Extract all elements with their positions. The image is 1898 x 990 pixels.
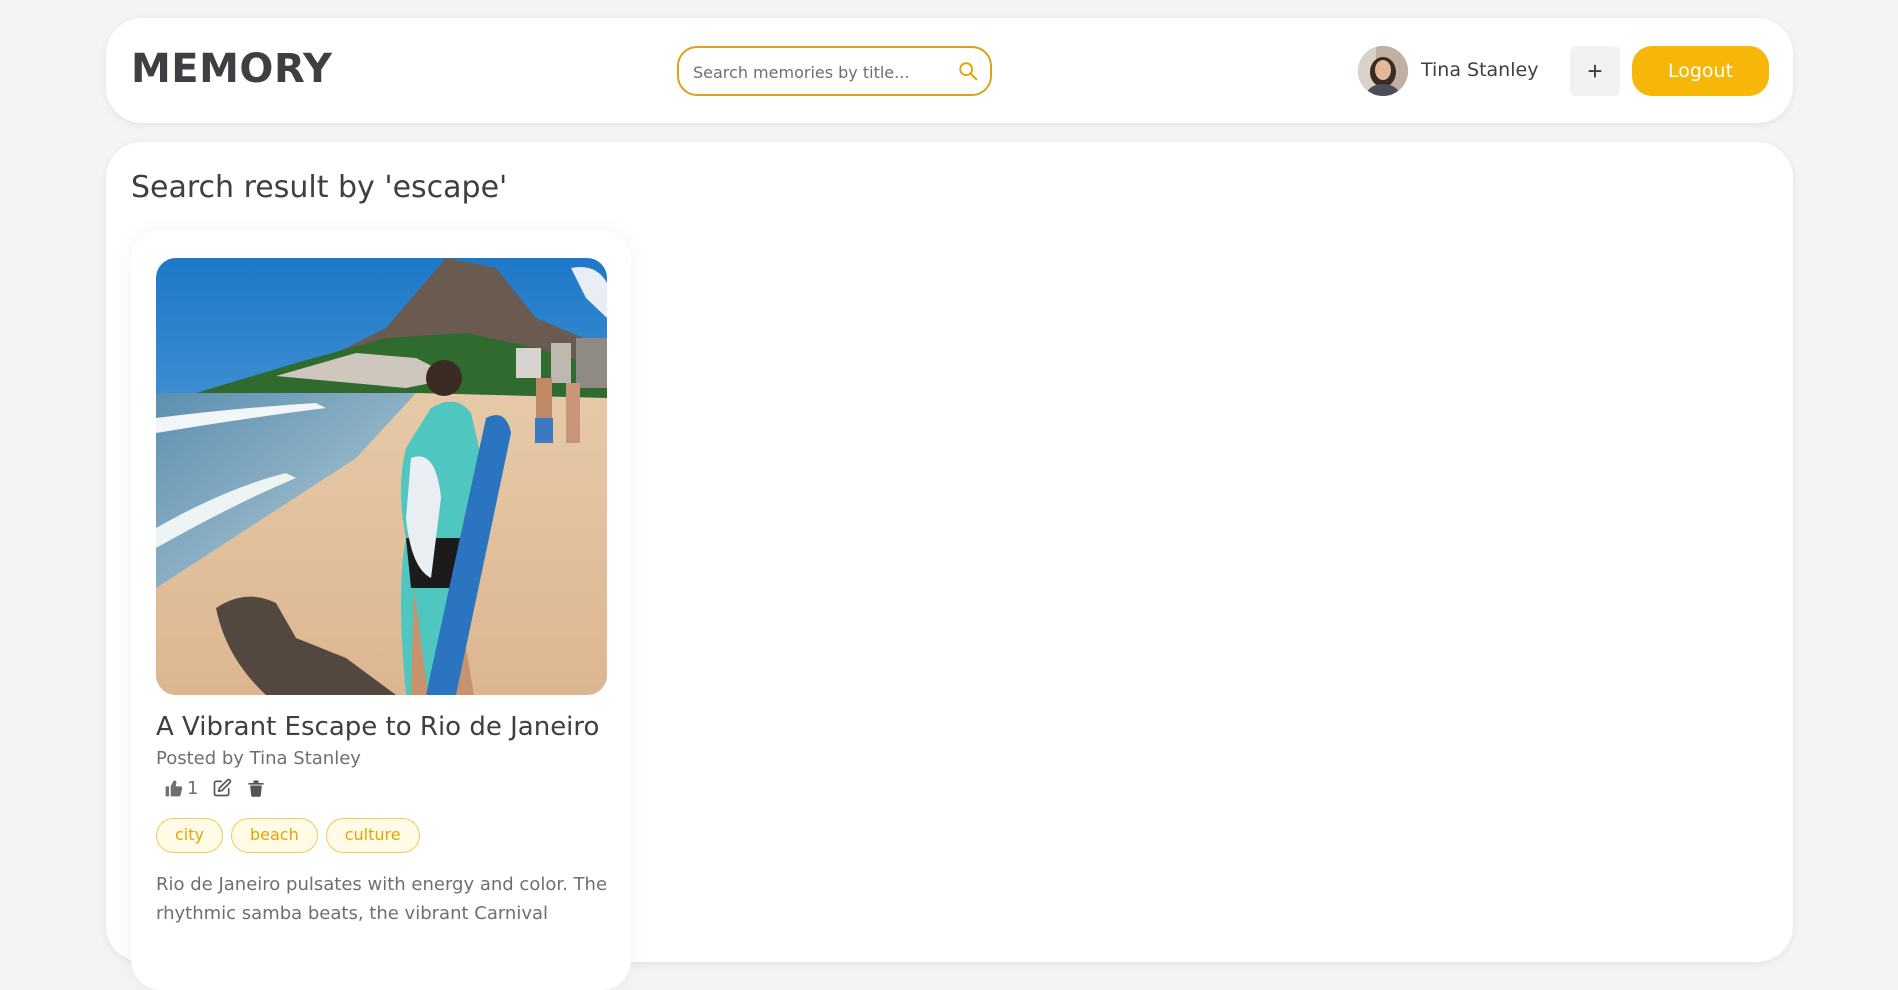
main-panel: Search result by 'escape' A Vibrant Esca… [106,142,1793,990]
add-memory-button[interactable]: + [1570,46,1620,96]
like-button[interactable]: 1 [164,778,198,799]
logout-button[interactable]: Logout [1632,46,1769,96]
memory-image[interactable] [156,258,607,695]
tag-beach[interactable]: beach [230,818,318,853]
app-logo[interactable]: MEMORY [131,46,333,92]
trash-icon [248,780,264,797]
tag-culture[interactable]: culture [325,818,420,853]
search-icon[interactable] [957,60,979,82]
user-name: Tina Stanley [1421,59,1539,81]
tag-list: city beach culture [156,818,420,853]
edit-icon [214,778,232,797]
header-bar: MEMORY Tina Stanley + Logout [106,18,1793,123]
edit-button[interactable] [212,778,232,798]
beach-photo [156,258,607,695]
search-box[interactable] [677,46,992,96]
avatar-photo [1358,46,1408,96]
like-count: 1 [187,777,199,799]
avatar[interactable] [1358,46,1408,96]
memory-author: Posted by Tina Stanley [156,748,361,769]
page-title: Search result by 'escape' [131,170,508,205]
memory-description: Rio de Janeiro pulsates with energy and … [156,874,608,924]
memory-title[interactable]: A Vibrant Escape to Rio de Janeiro [156,712,599,742]
tag-city[interactable]: city [156,818,223,853]
search-input[interactable] [693,59,933,85]
memory-card[interactable]: A Vibrant Escape to Rio de Janeiro Poste… [131,230,631,990]
thumbs-up-icon [165,780,183,797]
card-actions: 1 [164,775,266,801]
delete-button[interactable] [246,778,266,798]
